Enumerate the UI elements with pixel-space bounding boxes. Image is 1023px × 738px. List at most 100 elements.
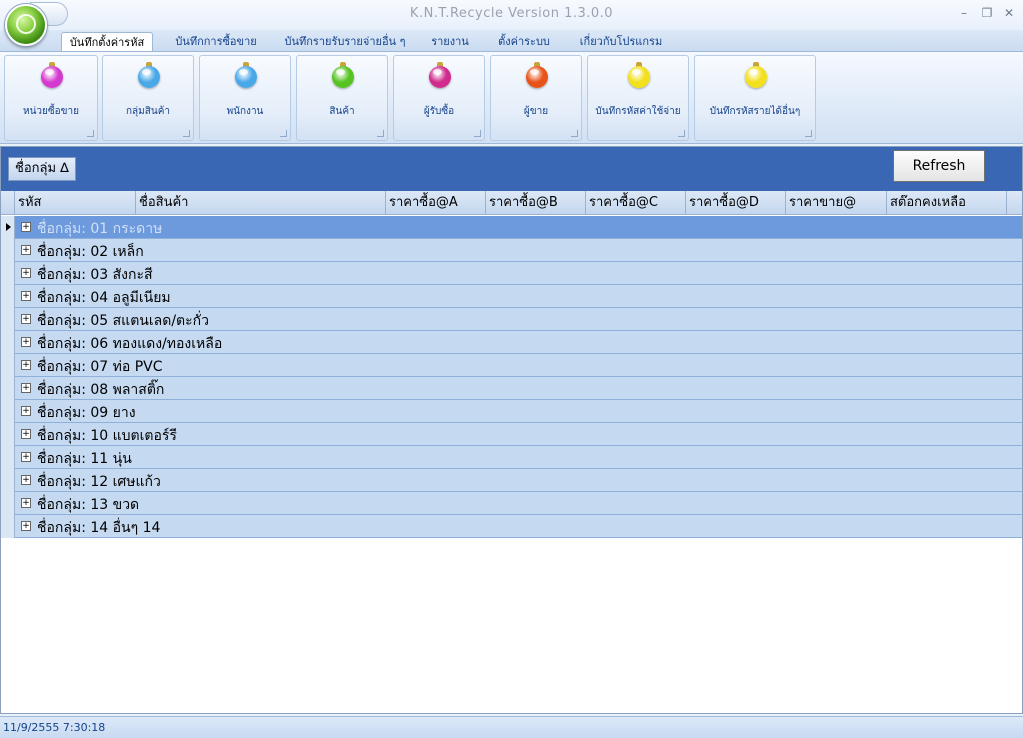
restore-icon[interactable]: ❐ (979, 5, 995, 21)
ribbon-button-6[interactable]: บันทึกรหัสค่าใช้จ่าย (587, 55, 689, 141)
ribbon-button-0[interactable]: หน่วยซื้อขาย (4, 55, 98, 141)
expand-icon[interactable]: + (21, 268, 31, 278)
expand-icon[interactable]: + (21, 406, 31, 416)
group-row[interactable]: + ชื่อกลุ่ม: 10 แบตเตอร์รี (1, 423, 1022, 446)
row-indicator (1, 446, 15, 469)
tab-reports[interactable]: รายงาน (426, 32, 474, 52)
expand-icon[interactable]: + (21, 475, 31, 485)
row-indicator (1, 469, 15, 492)
row-indicator (1, 239, 15, 262)
group-row[interactable]: + ชื่อกลุ่ม: 02 เหล็ก (1, 239, 1022, 262)
column-header[interactable]: ราคาซื้อ@C (586, 191, 686, 215)
group-label: ชื่อกลุ่ม: 10 แบตเตอร์รี (37, 428, 177, 444)
group-row[interactable]: + ชื่อกลุ่ม: 03 สังกะสี (1, 262, 1022, 285)
expand-icon[interactable]: + (21, 521, 31, 531)
group-row[interactable]: + ชื่อกลุ่ม: 09 ยาง (1, 400, 1022, 423)
group-label: ชื่อกลุ่ม: 12 เศษแก้ว (37, 474, 161, 490)
group-label: ชื่อกลุ่ม: 03 สังกะสี (37, 267, 153, 283)
expand-icon[interactable]: + (21, 498, 31, 508)
group-panel: ชื่อกลุ่ม ∆ Refresh (1, 147, 1022, 191)
column-header[interactable]: ราคาซื้อ@A (386, 191, 486, 215)
ribbon-tab-bar: บันทึกตั้งค่ารหัส บันทึกการซื้อขาย บันทึ… (0, 30, 1023, 52)
row-indicator (1, 331, 15, 354)
ribbon-button-3[interactable]: สินค้า (296, 55, 388, 141)
dialog-launcher-icon[interactable] (678, 130, 685, 137)
dialog-launcher-icon[interactable] (280, 130, 287, 137)
group-label: ชื่อกลุ่ม: 06 ทองแดง/ทองเหลือ (37, 336, 223, 352)
expand-icon[interactable]: + (21, 383, 31, 393)
header-indicator (1, 191, 15, 215)
group-label: ชื่อกลุ่ม: 13 ขวด (37, 497, 140, 513)
group-row[interactable]: + ชื่อกลุ่ม: 14 อื่นๆ 14 (1, 515, 1022, 538)
group-label: ชื่อกลุ่ม: 05 สแตนเลด/ตะกั่ว (37, 313, 209, 329)
group-row[interactable]: + ชื่อกลุ่ม: 06 ทองแดง/ทองเหลือ (1, 331, 1022, 354)
minimize-icon[interactable]: – (956, 5, 972, 21)
group-row[interactable]: + ชื่อกลุ่ม: 07 ท่อ PVC (1, 354, 1022, 377)
group-row[interactable]: + ชื่อกลุ่ม: 12 เศษแก้ว (1, 469, 1022, 492)
row-indicator (1, 262, 15, 285)
group-row[interactable]: + ชื่อกลุ่ม: 13 ขวด (1, 492, 1022, 515)
expand-icon[interactable]: + (21, 245, 31, 255)
row-indicator (1, 285, 15, 308)
ornament-ball-icon (41, 66, 63, 88)
dialog-launcher-icon[interactable] (377, 130, 384, 137)
group-label: ชื่อกลุ่ม: 11 นุ่น (37, 451, 132, 467)
dialog-launcher-icon[interactable] (571, 130, 578, 137)
group-label: ชื่อกลุ่ม: 09 ยาง (37, 405, 136, 421)
expand-icon[interactable]: + (21, 452, 31, 462)
group-label: ชื่อกลุ่ม: 14 อื่นๆ 14 (37, 520, 161, 536)
ribbon-button-4[interactable]: ผู้รับซื้อ (393, 55, 485, 141)
refresh-button[interactable]: Refresh (893, 150, 985, 182)
expand-icon[interactable]: + (21, 360, 31, 370)
dialog-launcher-icon[interactable] (183, 130, 190, 137)
group-row[interactable]: + ชื่อกลุ่ม: 04 อลูมีเนียม (1, 285, 1022, 308)
dialog-launcher-icon[interactable] (805, 130, 812, 137)
column-header[interactable]: ราคาซื้อ@D (686, 191, 786, 215)
ribbon-button-7[interactable]: บันทึกรหัสรายได้อื่นๆ (694, 55, 816, 141)
column-header[interactable]: ชื่อสินค้า (136, 191, 386, 215)
group-by-chip[interactable]: ชื่อกลุ่ม ∆ (8, 157, 76, 181)
title-bar: K.N.T.Recycle Version 1.3.0.0 – ❐ ✕ (0, 0, 1023, 30)
tab-other-income-expense[interactable]: บันทึกรายรับรายจ่ายอื่น ๆ (283, 32, 407, 52)
group-row[interactable]: + ชื่อกลุ่ม: 05 สแตนเลด/ตะกั่ว (1, 308, 1022, 331)
ribbon-button-label: หน่วยซื้อขาย (22, 106, 79, 117)
ornament-ball-icon (332, 66, 354, 88)
group-label: ชื่อกลุ่ม: 02 เหล็ก (37, 244, 144, 260)
expand-icon[interactable]: + (21, 291, 31, 301)
tab-system-settings[interactable]: ตั้งค่าระบบ (494, 32, 554, 52)
row-indicator (1, 377, 15, 400)
app-orb-icon (16, 14, 36, 34)
column-header[interactable]: ราคาขาย@ (786, 191, 887, 215)
row-indicator (1, 308, 15, 331)
ornament-ball-icon (235, 66, 257, 88)
ribbon-button-1[interactable]: กลุ่มสินค้า (102, 55, 194, 141)
column-header[interactable]: สต๊อกคงเหลือ (887, 191, 1007, 215)
ribbon-button-2[interactable]: พนักงาน (199, 55, 291, 141)
group-row[interactable]: + ชื่อกลุ่ม: 08 พลาสติ๊ก (1, 377, 1022, 400)
ornament-ball-icon (628, 66, 650, 88)
ornament-ball-icon (138, 66, 160, 88)
group-label: ชื่อกลุ่ม: 01 กระดาษ (37, 221, 163, 237)
tab-about[interactable]: เกี่ยวกับโปรแกรม (574, 32, 668, 52)
tab-code-settings[interactable]: บันทึกตั้งค่ารหัส (61, 32, 153, 52)
group-label: ชื่อกลุ่ม: 08 พลาสติ๊ก (37, 382, 165, 398)
group-label: ชื่อกลุ่ม: 07 ท่อ PVC (37, 359, 163, 375)
close-icon[interactable]: ✕ (1001, 5, 1017, 21)
ribbon-button-label: บันทึกรหัสรายได้อื่นๆ (709, 106, 801, 117)
column-header[interactable]: ราคาซื้อ@B (486, 191, 586, 215)
expand-icon[interactable]: + (21, 222, 31, 232)
data-grid: ชื่อกลุ่ม ∆ Refresh รหัส ชื่อสินค้า ราคาซื… (0, 146, 1023, 714)
column-header[interactable]: รหัส (15, 191, 136, 215)
tab-purchases-sales[interactable]: บันทึกการซื้อขาย (168, 32, 264, 52)
ribbon-button-label: บันทึกรหัสค่าใช้จ่าย (595, 106, 681, 117)
group-row[interactable]: + ชื่อกลุ่ม: 01 กระดาษ (1, 216, 1022, 239)
expand-icon[interactable]: + (21, 314, 31, 324)
expand-icon[interactable]: + (21, 429, 31, 439)
ribbon-button-5[interactable]: ผู้ขาย (490, 55, 582, 141)
application-menu-button[interactable] (5, 4, 47, 46)
group-row[interactable]: + ชื่อกลุ่ม: 11 นุ่น (1, 446, 1022, 469)
row-indicator (1, 515, 15, 538)
dialog-launcher-icon[interactable] (474, 130, 481, 137)
expand-icon[interactable]: + (21, 337, 31, 347)
dialog-launcher-icon[interactable] (87, 130, 94, 137)
